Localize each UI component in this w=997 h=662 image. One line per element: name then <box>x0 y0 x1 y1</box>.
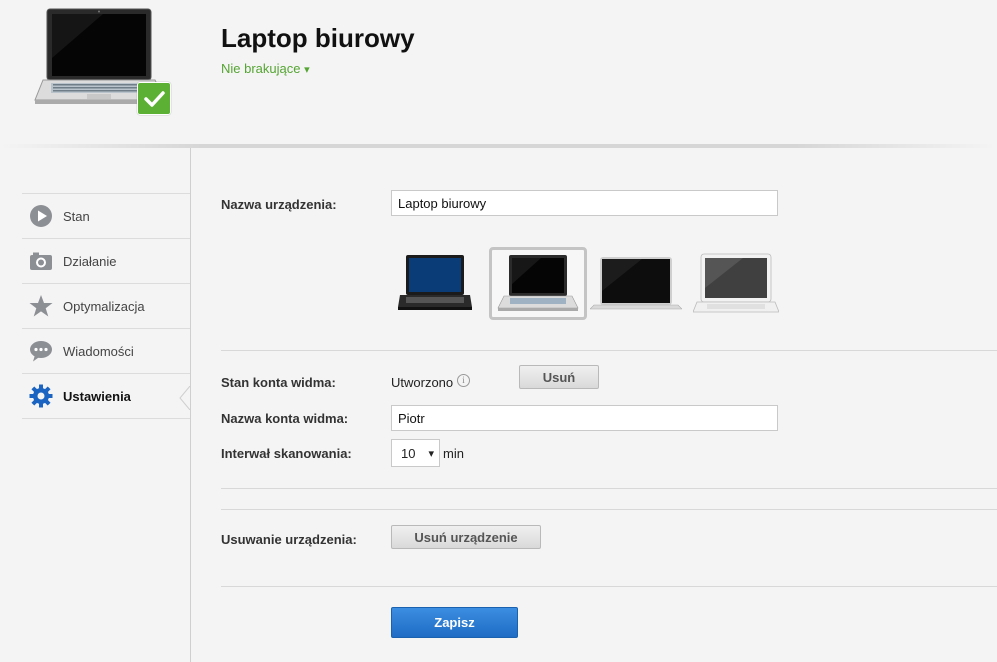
sidebar-item-wiadomosci[interactable]: Wiadomości <box>22 329 190 374</box>
sidebar-item-label: Optymalizacja <box>63 298 145 314</box>
chevron-down-icon: ▾ <box>428 447 434 460</box>
scan-interval-value: 10 <box>401 445 416 461</box>
checkmark-icon <box>137 82 171 115</box>
scan-interval-unit: min <box>443 446 464 461</box>
sidebar-item-label: Stan <box>63 208 90 224</box>
sidebar-item-label: Działanie <box>63 253 117 269</box>
sidebar-item-label: Wiadomości <box>63 343 134 359</box>
sidebar-item-dzialanie[interactable]: Działanie <box>22 239 190 284</box>
device-header: Laptop biurowy Nie brakujące ▾ <box>0 0 997 145</box>
sidebar: Stan Działanie Optymalizacja Wiadomości <box>0 148 191 662</box>
camera-icon <box>29 249 53 273</box>
sidebar-nav: Stan Działanie Optymalizacja Wiadomości <box>22 193 190 419</box>
gear-icon <box>29 384 53 408</box>
laptop-black-thin-icon[interactable] <box>589 248 683 318</box>
laptop-white-icon[interactable] <box>691 248 781 318</box>
ghost-name-label: Nazwa konta widma: <box>221 411 349 426</box>
ghost-name-field[interactable] <box>391 405 778 431</box>
remove-device-label: Usuwanie urządzenia: <box>221 532 357 547</box>
scan-interval-select[interactable]: 10 ▾ <box>391 439 440 467</box>
section-divider <box>221 509 997 510</box>
sidebar-item-optymalizacja[interactable]: Optymalizacja <box>22 284 190 329</box>
sidebar-item-ustawienia[interactable]: Ustawienia <box>22 374 190 419</box>
play-icon <box>29 204 53 228</box>
laptop-dark-icon[interactable] <box>396 248 474 318</box>
section-divider <box>221 586 997 587</box>
chevron-down-icon: ▾ <box>304 64 310 76</box>
page-title: Laptop biurowy <box>221 23 415 53</box>
ghost-status-value: Utworzono <box>391 375 454 390</box>
status-label: Nie brakujące <box>221 61 301 76</box>
status-dropdown[interactable]: Nie brakujące ▾ <box>221 61 310 76</box>
sidebar-item-label: Ustawienia <box>63 388 131 404</box>
device-name-label: Nazwa urządzenia: <box>221 197 337 212</box>
settings-panel: Nazwa urządzenia: Laptop biurowy Stan ko… <box>191 148 997 662</box>
ghost-status-label: Stan konta widma: <box>221 375 336 390</box>
section-divider <box>221 350 997 351</box>
section-divider <box>221 488 997 489</box>
star-icon <box>29 294 53 318</box>
remove-device-button[interactable]: Usuń urządzenie <box>391 525 541 549</box>
info-icon[interactable]: i <box>457 374 470 387</box>
save-button[interactable]: Zapisz <box>391 607 518 638</box>
device-name-field[interactable] <box>391 190 778 216</box>
remove-ghost-button[interactable]: Usuń <box>519 365 599 389</box>
laptop-silver-icon[interactable] <box>489 247 587 320</box>
chat-bubble-icon <box>29 339 53 363</box>
scan-interval-label: Interwał skanowania: <box>221 446 352 461</box>
sidebar-item-stan[interactable]: Stan <box>22 194 190 239</box>
